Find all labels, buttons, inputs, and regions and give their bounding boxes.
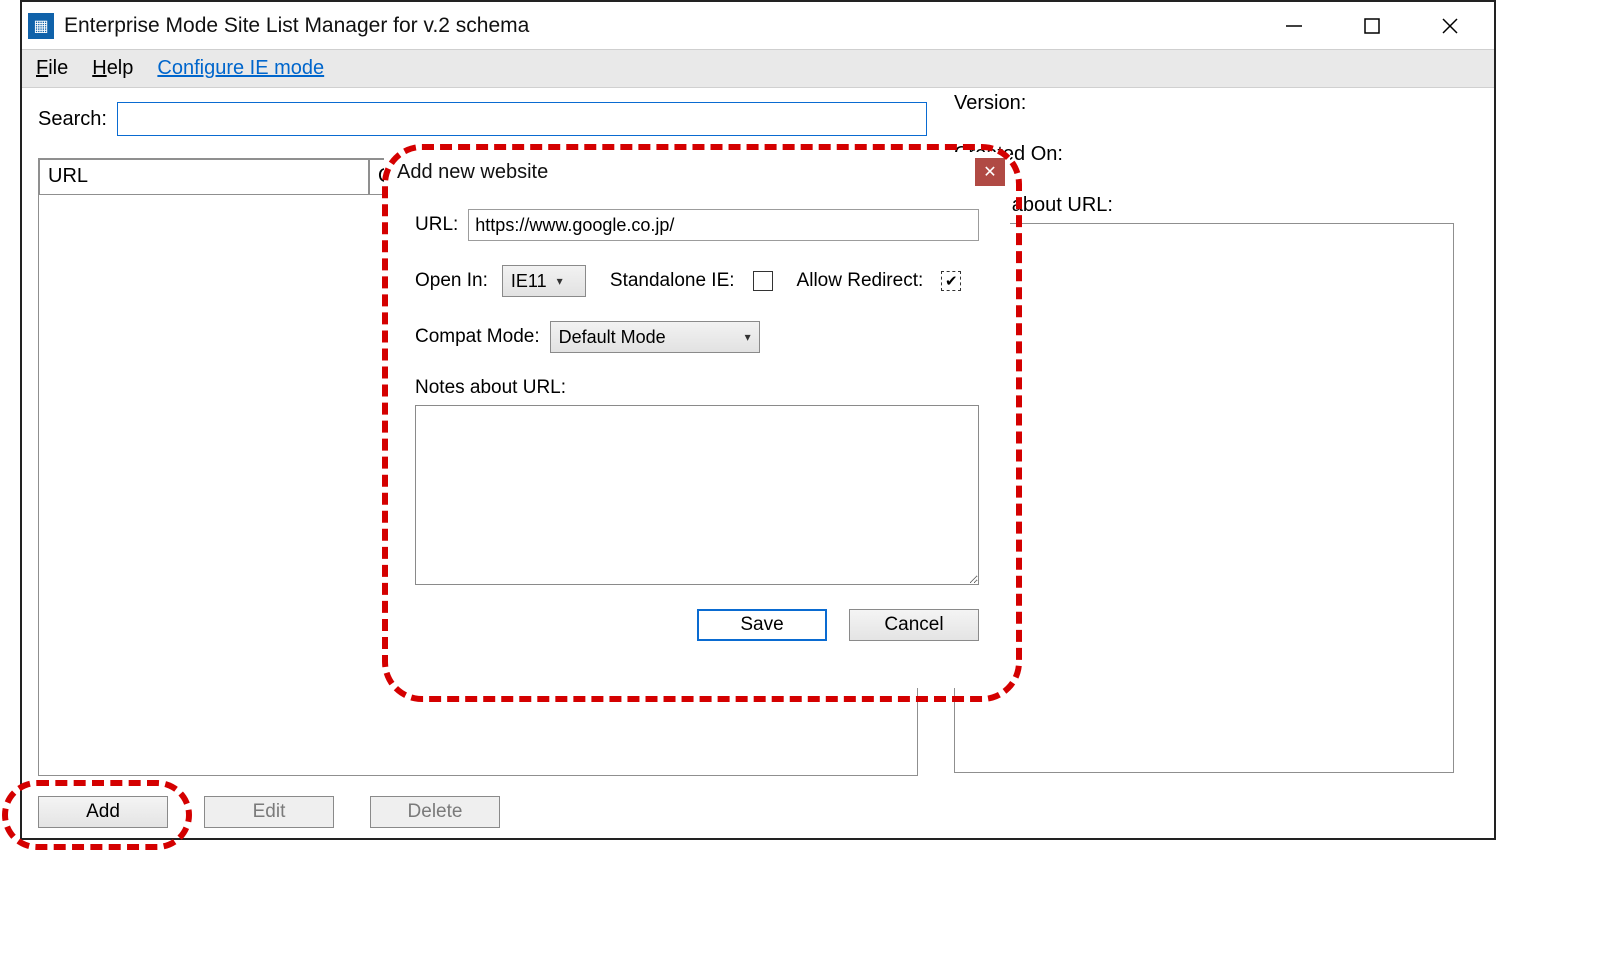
dialog-buttons: Save Cancel bbox=[415, 609, 979, 641]
button-row: Add Edit Delete bbox=[38, 796, 500, 828]
search-input[interactable] bbox=[117, 102, 927, 136]
dialog-title: Add new website bbox=[397, 161, 548, 184]
open-in-row: Open In: IE11 ▾ Standalone IE: Allow Red… bbox=[415, 265, 979, 297]
dialog-titlebar: Add new website ✕ bbox=[385, 153, 1009, 187]
allow-redirect-checkbox[interactable]: ✔ bbox=[941, 271, 961, 291]
standalone-ie-label: Standalone IE: bbox=[610, 270, 735, 292]
created-on-label: Created On: bbox=[954, 143, 1454, 166]
search-label: Search: bbox=[38, 108, 107, 131]
close-icon: ✕ bbox=[983, 162, 996, 182]
notes-textarea[interactable] bbox=[415, 405, 979, 585]
url-input[interactable] bbox=[468, 209, 979, 241]
window-controls bbox=[1276, 11, 1488, 41]
notes-section: Notes about URL: bbox=[415, 377, 979, 591]
standalone-ie-checkbox[interactable] bbox=[753, 271, 773, 291]
notes-label: Notes about URL: bbox=[415, 377, 979, 399]
app-icon: ▦ bbox=[28, 13, 54, 39]
version-label: Version: bbox=[954, 92, 1454, 115]
compat-row: Compat Mode: Default Mode ▾ bbox=[415, 321, 979, 353]
compat-mode-value: Default Mode bbox=[559, 327, 666, 348]
menu-file[interactable]: File bbox=[28, 53, 84, 84]
menu-bar: File Help Configure IE mode bbox=[22, 50, 1494, 88]
open-in-label: Open In: bbox=[415, 270, 488, 292]
chevron-down-icon: ▾ bbox=[557, 274, 563, 288]
url-label: URL: bbox=[415, 214, 458, 236]
title-bar: ▦ Enterprise Mode Site List Manager for … bbox=[22, 2, 1494, 50]
allow-redirect-label: Allow Redirect: bbox=[797, 270, 924, 292]
window-title: Enterprise Mode Site List Manager for v.… bbox=[64, 14, 529, 38]
chevron-down-icon: ▾ bbox=[745, 330, 751, 344]
maximize-button[interactable] bbox=[1354, 11, 1390, 41]
column-url[interactable]: URL bbox=[39, 159, 369, 195]
notes-panel-label: Notes about URL: bbox=[954, 194, 1454, 217]
save-button[interactable]: Save bbox=[697, 609, 827, 641]
menu-help[interactable]: Help bbox=[84, 53, 149, 84]
url-row: URL: bbox=[415, 209, 979, 241]
meta-panel: Version: Created On: Notes about URL: bbox=[954, 92, 1454, 773]
close-button[interactable] bbox=[1432, 11, 1468, 41]
dialog-body: URL: Open In: IE11 ▾ Standalone IE: Allo… bbox=[385, 187, 1009, 651]
open-in-select[interactable]: IE11 ▾ bbox=[502, 265, 586, 297]
open-in-value: IE11 bbox=[511, 271, 547, 292]
dialog-close-button[interactable]: ✕ bbox=[975, 158, 1005, 186]
add-website-dialog: Add new website ✕ URL: Open In: IE11 ▾ S… bbox=[384, 152, 1010, 688]
edit-button: Edit bbox=[204, 796, 334, 828]
add-button[interactable]: Add bbox=[38, 796, 168, 828]
compat-mode-select[interactable]: Default Mode ▾ bbox=[550, 321, 760, 353]
delete-button: Delete bbox=[370, 796, 500, 828]
notes-panel bbox=[954, 223, 1454, 773]
cancel-button[interactable]: Cancel bbox=[849, 609, 979, 641]
compat-mode-label: Compat Mode: bbox=[415, 326, 540, 348]
minimize-button[interactable] bbox=[1276, 11, 1312, 41]
menu-configure-ie-mode[interactable]: Configure IE mode bbox=[149, 53, 340, 84]
